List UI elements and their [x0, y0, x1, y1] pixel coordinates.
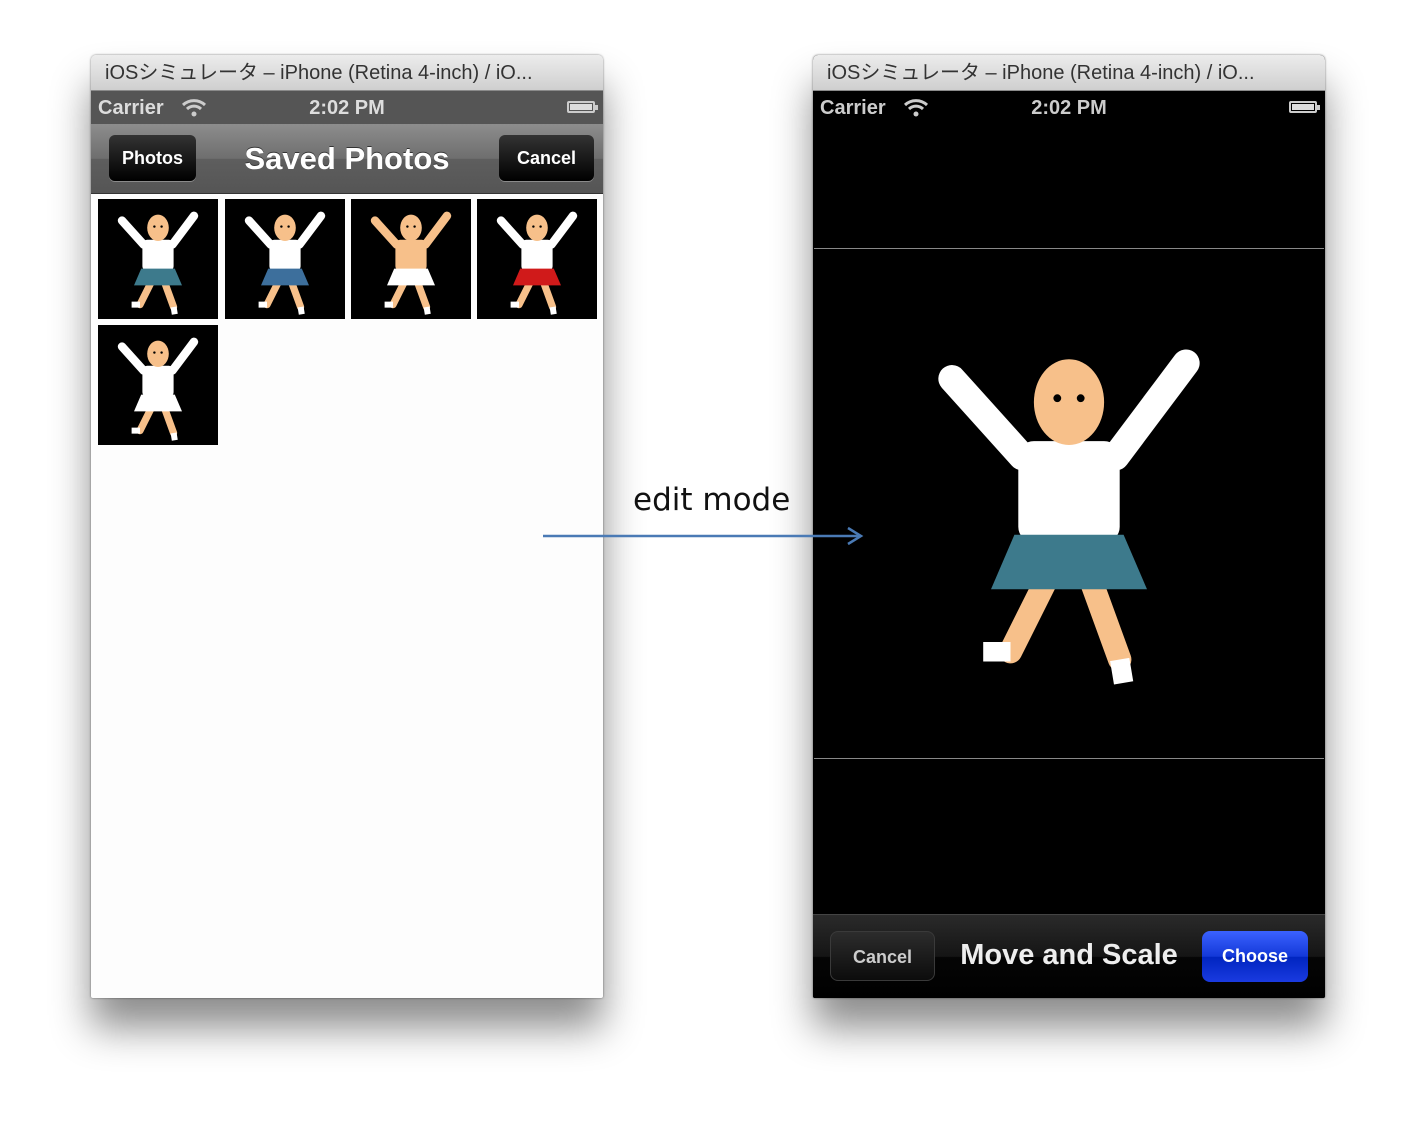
annotation-label: edit mode: [633, 482, 791, 518]
status-bar: Carrier 2:02 PM: [813, 91, 1325, 124]
clock: 2:02 PM: [1031, 97, 1107, 119]
navigation-bar: Photos Saved Photos Cancel: [91, 124, 603, 194]
cancel-button[interactable]: Cancel: [499, 135, 594, 181]
photo-thumbnail[interactable]: [98, 199, 218, 319]
choose-button[interactable]: Choose: [1202, 931, 1308, 982]
clock: 2:02 PM: [309, 97, 385, 119]
photo-thumbnail[interactable]: [98, 325, 218, 445]
selected-photo: [874, 249, 1264, 758]
crop-area[interactable]: [814, 248, 1324, 759]
photo-thumbnail[interactable]: [351, 199, 471, 319]
battery-icon: [567, 101, 598, 113]
photo-thumbnail[interactable]: [225, 199, 345, 319]
battery-icon: [1289, 101, 1320, 113]
status-bar: Carrier 2:02 PM: [91, 91, 603, 124]
window-title: iOSシミュレータ – iPhone (Retina 4-inch) / iO.…: [813, 55, 1325, 91]
photo-thumbnail[interactable]: [477, 199, 597, 319]
simulator-window-photo-list: iOSシミュレータ – iPhone (Retina 4-inch) / iO.…: [91, 55, 603, 998]
toolbar: Cancel Move and Scale Choose: [813, 914, 1325, 998]
arrow-icon: [543, 526, 864, 546]
simulator-window-edit: iOSシミュレータ – iPhone (Retina 4-inch) / iO.…: [813, 55, 1325, 998]
window-title: iOSシミュレータ – iPhone (Retina 4-inch) / iO.…: [91, 55, 603, 91]
